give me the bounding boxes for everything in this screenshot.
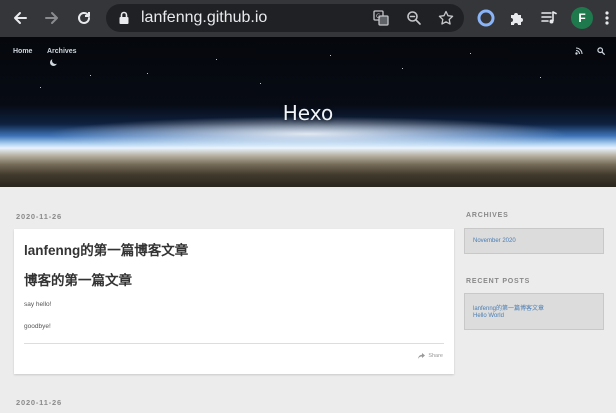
reload-icon[interactable] xyxy=(72,6,96,30)
archives-widget: November 2020 xyxy=(464,228,604,254)
star-dot xyxy=(540,77,541,78)
post-card: lanfenng的第一篇博客文章 博客的第一篇文章 say hello! goo… xyxy=(14,229,454,374)
recent-posts-widget: lanfenng的第一篇博客文章 Hello World xyxy=(464,293,604,330)
address-bar[interactable]: lanfenng.github.io G xyxy=(106,4,464,32)
arrow-right-icon[interactable] xyxy=(40,6,64,30)
search-icon[interactable] xyxy=(596,46,606,56)
star-dot xyxy=(216,59,217,60)
archives-widget-title: ARCHIVES xyxy=(466,212,509,219)
url-text[interactable]: lanfenng.github.io xyxy=(141,10,267,26)
star-dot xyxy=(470,53,471,54)
menu-dots-icon[interactable] xyxy=(597,8,616,28)
profile-avatar[interactable]: F xyxy=(571,7,593,29)
share-label: Share xyxy=(428,353,443,359)
archive-link[interactable]: November 2020 xyxy=(473,238,516,244)
recent-posts-widget-title: RECENT POSTS xyxy=(466,278,531,285)
post-divider xyxy=(24,343,444,344)
recent-post-link[interactable]: Hello World xyxy=(473,313,504,319)
post-paragraph: goodbye! xyxy=(24,323,51,330)
post-heading: 博客的第一篇文章 xyxy=(24,273,132,288)
circle-extension-icon[interactable] xyxy=(476,8,496,28)
post-date[interactable]: 2020-11-26 xyxy=(16,212,62,221)
star-dot xyxy=(402,68,403,69)
nav-archives[interactable]: Archives xyxy=(47,48,77,55)
star-icon[interactable] xyxy=(437,9,455,27)
post-date[interactable]: 2020-11-26 xyxy=(16,398,62,407)
translate-icon[interactable]: G xyxy=(372,9,390,27)
post-paragraph: say hello! xyxy=(24,301,52,308)
browser-toolbar: lanfenng.github.io G F xyxy=(0,0,616,37)
svg-text:G: G xyxy=(376,13,381,20)
site-banner: Home Archives Hexo xyxy=(0,37,616,187)
nav-home[interactable]: Home xyxy=(13,48,32,55)
moon-icon xyxy=(52,57,59,64)
puzzle-icon[interactable] xyxy=(507,8,527,28)
post-title[interactable]: lanfenng的第一篇博客文章 xyxy=(24,239,188,259)
rss-icon[interactable] xyxy=(574,46,584,56)
arrow-left-icon[interactable] xyxy=(8,6,32,30)
share-button[interactable]: Share xyxy=(418,353,443,359)
star-dot xyxy=(260,83,261,84)
star-dot xyxy=(330,55,331,56)
star-dot xyxy=(147,73,148,74)
star-dot xyxy=(90,75,91,76)
recent-post-link[interactable]: lanfenng的第一篇博客文章 xyxy=(473,303,544,312)
site-title[interactable]: Hexo xyxy=(0,101,616,125)
zoom-out-icon[interactable] xyxy=(405,9,423,27)
star-dot xyxy=(40,87,41,88)
media-queue-icon[interactable] xyxy=(539,8,559,28)
lock-icon[interactable] xyxy=(115,9,133,27)
share-icon xyxy=(418,353,426,359)
